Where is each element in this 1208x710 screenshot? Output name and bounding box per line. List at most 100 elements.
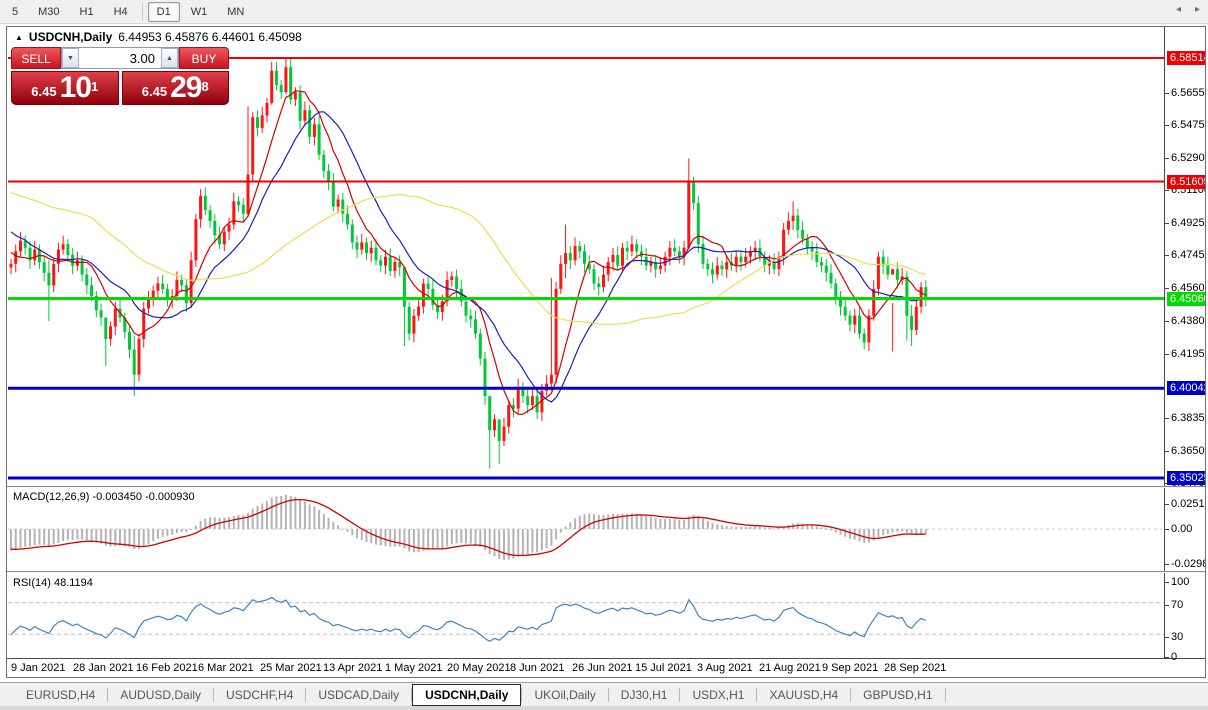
tick-dash	[1165, 582, 1169, 583]
chart-ohlc-values: 6.44953 6.45876 6.44601 6.45098	[118, 30, 302, 44]
macd-axis-label: 0.00	[1165, 523, 1192, 536]
bottom-strip	[0, 706, 1208, 710]
collapse-chart-icon[interactable]: ▲	[15, 33, 23, 42]
date-label: 15 Jul 2021	[635, 662, 692, 674]
tick-dash	[1165, 288, 1169, 289]
date-label: 9 Sep 2021	[822, 662, 878, 674]
tick-dash	[1165, 223, 1169, 224]
symbol-tab-usdcnh[interactable]: USDCNH,Daily	[412, 684, 521, 706]
timeframe-w1-button[interactable]: W1	[182, 2, 217, 22]
chart-window: ▲ USDCNH,Daily 6.44953 6.45876 6.44601 6…	[6, 26, 1206, 678]
tab-scrollers: ◂ ▸	[1176, 4, 1200, 15]
tick-dash	[1165, 451, 1169, 452]
macd-axis-label: -0.02988	[1165, 558, 1206, 571]
price-tick: 6.56550	[1165, 87, 1206, 100]
macd-axis-label: 0.025108	[1165, 498, 1206, 511]
price-axis: 6.565506.547506.529006.511006.492506.474…	[1165, 27, 1206, 658]
timeframe-5-button[interactable]: 5	[3, 2, 27, 22]
rsi-axis-label: 70	[1165, 599, 1183, 612]
price-tick: 6.49250	[1165, 217, 1206, 230]
symbol-tab-usdchf[interactable]: USDCHF,H4	[214, 685, 305, 705]
trading-app: { "toolbar": { "items": [ {"label": "5",…	[0, 0, 1208, 710]
price-badge-6.51605: 6.51605	[1167, 175, 1206, 189]
timeframe-h1-button[interactable]: H1	[71, 2, 103, 22]
date-label: 26 Jun 2021	[572, 662, 633, 674]
price-badge-6.45060: 6.45060	[1167, 292, 1206, 306]
date-label: 20 May 2021	[447, 662, 511, 674]
date-label: 9 Jan 2021	[11, 662, 65, 674]
rsi-axis-label: 0	[1165, 651, 1177, 664]
date-label: 16 Feb 2021	[136, 662, 198, 674]
tick-dash	[1165, 564, 1169, 565]
price-tick: 6.54750	[1165, 119, 1206, 132]
tab-scroll-right-icon[interactable]: ▸	[1195, 4, 1200, 15]
date-label: 1 May 2021	[385, 662, 442, 674]
timeframe-m30-button[interactable]: M30	[29, 2, 68, 22]
symbol-tab-eurusd[interactable]: EURUSD,H4	[14, 685, 107, 705]
price-tick: 6.52900	[1165, 152, 1206, 165]
date-label: 25 Mar 2021	[260, 662, 322, 674]
price-tick: 6.36500	[1165, 445, 1206, 458]
date-label: 13 Apr 2021	[323, 662, 382, 674]
tick-dash	[1165, 657, 1169, 658]
tick-dash	[1165, 354, 1169, 355]
buy-price-prefix: 6.45	[142, 82, 167, 102]
sell-price-point: 1	[91, 72, 98, 102]
tick-dash	[1165, 255, 1169, 256]
symbol-tab-audusd[interactable]: AUDUSD,Daily	[108, 685, 213, 705]
timeframe-toolbar: 5M30H1H4 D1W1MN	[0, 0, 1208, 24]
rsi-axis-label: 30	[1165, 631, 1183, 644]
tick-dash	[1165, 158, 1169, 159]
tab-scroll-left-icon[interactable]: ◂	[1176, 4, 1181, 15]
symbol-tab-usdcad[interactable]: USDCAD,Daily	[306, 685, 411, 705]
symbol-tab-dj30[interactable]: DJ30,H1	[609, 685, 680, 705]
volume-increase-button[interactable]: ▲	[161, 48, 178, 68]
tick-dash	[1165, 418, 1169, 419]
price-badge-6.58514: 6.58514	[1167, 51, 1206, 65]
timeframe-h4-button[interactable]: H4	[105, 2, 137, 22]
macd-indicator-label: MACD(12,26,9) -0.003450 -0.000930	[13, 491, 195, 503]
date-label: 28 Jan 2021	[73, 662, 134, 674]
symbol-tab-xauusd[interactable]: XAUUSD,H4	[757, 685, 850, 705]
date-label: 8 Jun 2021	[510, 662, 564, 674]
timeframe-mn-button[interactable]: MN	[218, 2, 253, 22]
tick-dash	[1165, 93, 1169, 94]
sell-price-pips: 10	[60, 74, 91, 102]
volume-decrease-button[interactable]: ▼	[62, 48, 79, 68]
price-tick: 6.41950	[1165, 348, 1206, 361]
toolbar-divider	[142, 3, 143, 21]
timeframe-d1-button[interactable]: D1	[148, 2, 180, 22]
sell-price-display[interactable]: 6.45 10 1	[11, 71, 119, 105]
macd-panel-divider[interactable]	[7, 486, 1206, 488]
sell-price-prefix: 6.45	[31, 82, 56, 102]
price-badge-6.35025: 6.35025	[1167, 471, 1206, 485]
chart-title: ▲ USDCNH,Daily 6.44953 6.45876 6.44601 6…	[15, 30, 302, 44]
tick-dash	[1165, 190, 1169, 191]
price-tick: 6.47450	[1165, 249, 1206, 262]
tick-dash	[1165, 321, 1169, 322]
symbol-tab-gbpusd[interactable]: GBPUSD,H1	[851, 685, 944, 705]
rsi-chart[interactable]	[8, 574, 1164, 658]
rsi-panel-divider[interactable]	[7, 571, 1206, 573]
price-badge-6.40042: 6.40042	[1167, 381, 1206, 395]
ma-medium-line	[11, 112, 926, 402]
tick-dash	[1165, 504, 1169, 505]
sell-button[interactable]: SELL	[11, 47, 61, 69]
price-tick: 6.38350	[1165, 412, 1206, 425]
buy-price-display[interactable]: 6.45 29 8	[122, 71, 230, 105]
buy-button[interactable]: BUY	[179, 47, 229, 69]
ma-fast-line	[11, 91, 926, 415]
date-label: 21 Aug 2021	[759, 662, 821, 674]
one-click-trade-panel: SELL ▼ ▲ BUY 6.45 10 1 6.45 29 8	[11, 47, 229, 105]
volume-input[interactable]	[79, 48, 161, 68]
date-label: 6 Mar 2021	[198, 662, 254, 674]
tick-dash	[1165, 605, 1169, 606]
buy-price-point: 8	[201, 72, 208, 102]
symbol-tab-ukoil[interactable]: UKOil,Daily	[522, 685, 607, 705]
date-label: 28 Sep 2021	[884, 662, 946, 674]
date-axis: 9 Jan 2021 28 Jan 202116 Feb 20216 Mar 20…	[7, 658, 1206, 678]
symbol-tab-usdx[interactable]: USDX,H1	[680, 685, 756, 705]
rsi-indicator-label: RSI(14) 48.1194	[13, 577, 93, 589]
tick-dash	[1165, 529, 1169, 530]
main-price-chart[interactable]	[8, 45, 1164, 487]
